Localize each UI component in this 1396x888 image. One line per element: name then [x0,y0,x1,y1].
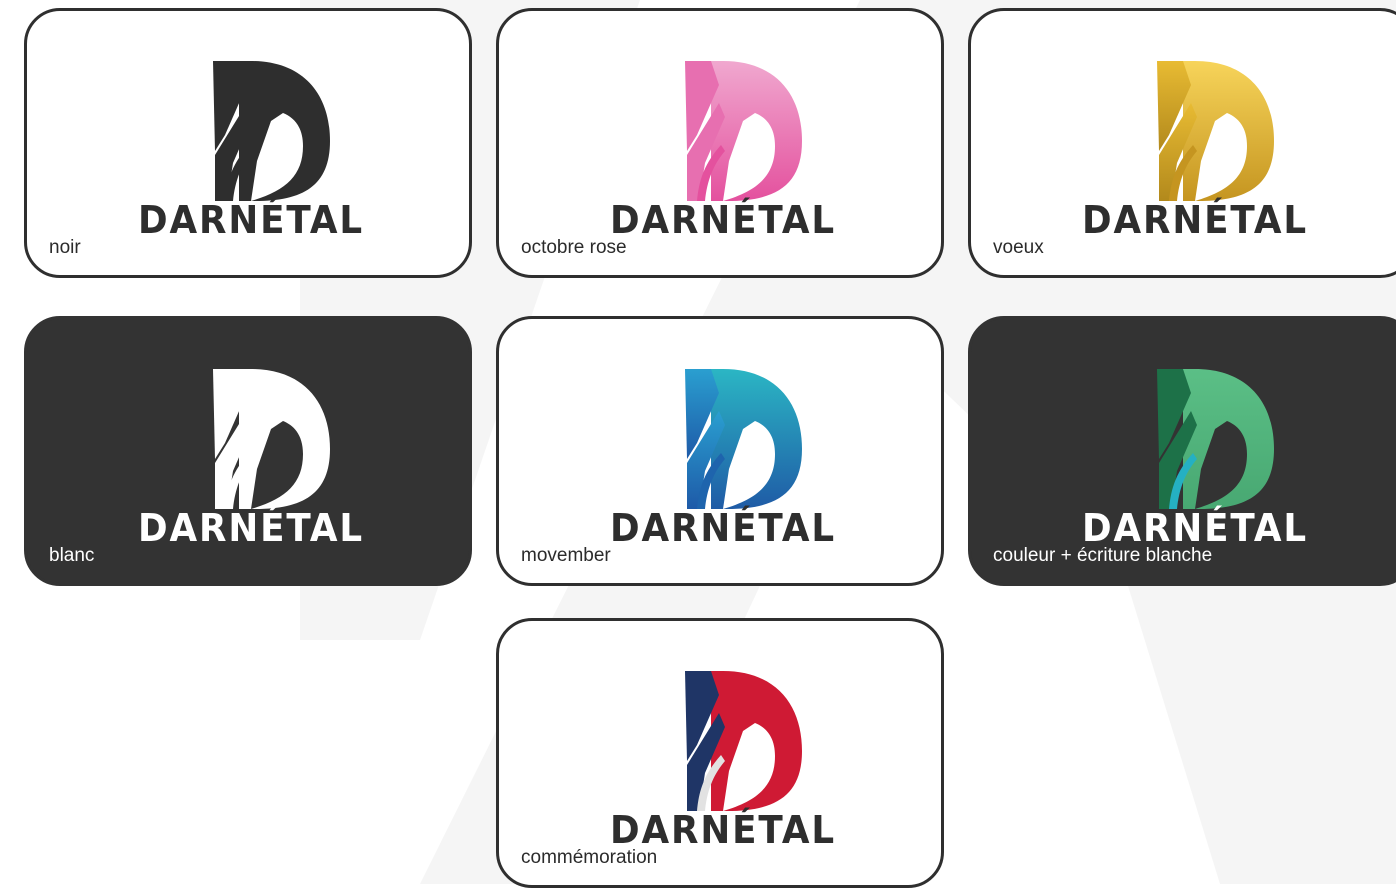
logo-variant-card-octobre-rose[interactable]: DARNÉTAL octobre rose [496,8,944,278]
darnetal-d-logo-icon: DARNÉTAL [610,61,836,241]
logo-d-bowl [711,369,802,509]
variant-label: commémoration [521,847,658,868]
wordmark-darnetal: DARNÉTAL [138,506,364,549]
darnetal-d-logo-icon: DARNÉTAL [138,61,364,241]
darnetal-d-logo-icon: DARNÉTAL [1082,61,1308,241]
variant-label: movember [521,545,611,566]
wordmark-darnetal: DARNÉTAL [1082,506,1308,549]
wordmark-darnetal: DARNÉTAL [1082,198,1308,241]
logo-variant-card-commemoration[interactable]: DARNÉTAL commémoration [496,618,944,888]
logo-variant-card-couleur-ecriture-blanche[interactable]: DARNÉTAL couleur + écriture blanche [968,316,1396,586]
darnetal-d-logo-icon: DARNÉTAL [138,369,364,549]
wordmark-darnetal: DARNÉTAL [138,198,364,241]
logo-d-bowl [239,61,330,201]
wordmark-darnetal: DARNÉTAL [610,506,836,549]
logo-d-bowl [239,369,330,509]
variant-label: couleur + écriture blanche [993,545,1213,566]
logo-d-bowl [711,61,802,201]
darnetal-d-logo-icon: DARNÉTAL [610,369,836,549]
wordmark-darnetal: DARNÉTAL [610,808,836,851]
logo-d-bowl [711,671,802,811]
logo-variant-card-movember[interactable]: DARNÉTAL movember [496,316,944,586]
darnetal-d-logo-icon: DARNÉTAL [1082,369,1308,549]
logo-d-bowl [1183,369,1274,509]
variant-label: voeux [993,237,1044,258]
logo-d-bowl [1183,61,1274,201]
darnetal-d-logo-icon: DARNÉTAL [610,671,836,851]
variant-label: blanc [49,545,95,566]
variant-label: noir [49,237,81,258]
logo-variant-card-blanc[interactable]: DARNÉTAL blanc [24,316,472,586]
logo-variant-card-noir[interactable]: DARNÉTAL noir [24,8,472,278]
variant-label: octobre rose [521,237,627,258]
wordmark-darnetal: DARNÉTAL [610,198,836,241]
logo-variant-card-voeux[interactable]: DARNÉTAL voeux [968,8,1396,278]
